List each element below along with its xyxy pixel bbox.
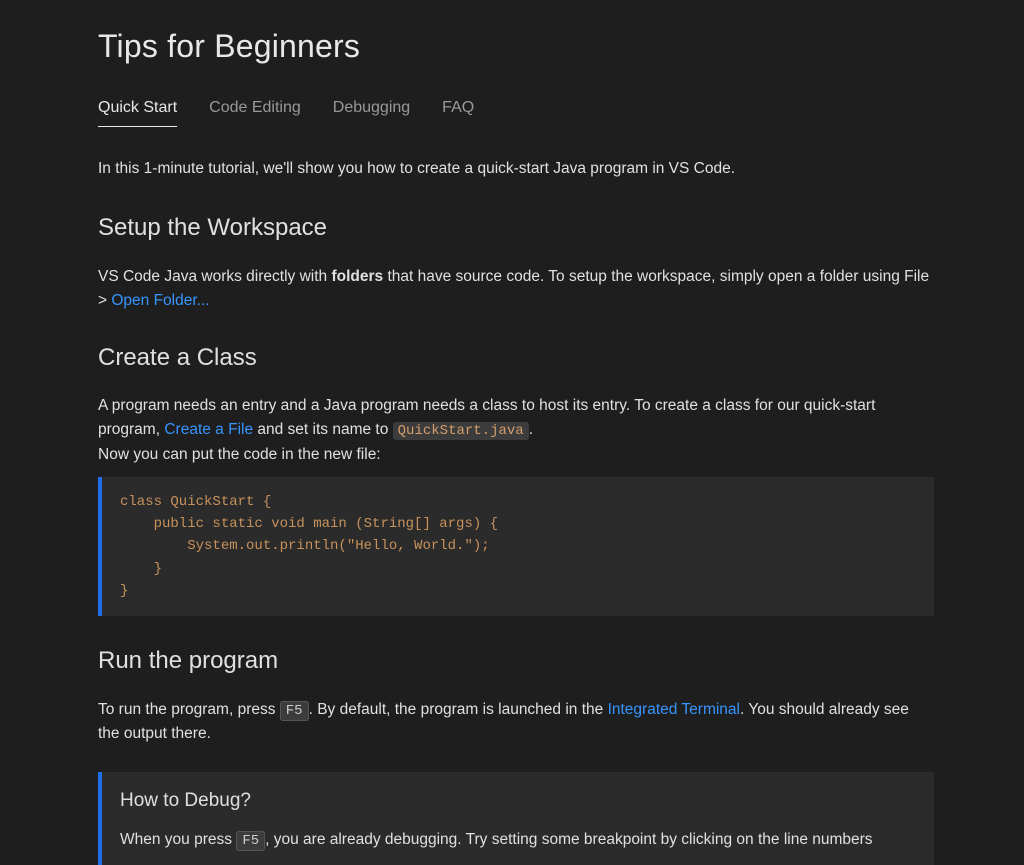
heading-run: Run the program [98,642,934,679]
tab-debugging[interactable]: Debugging [333,96,410,128]
heading-setup: Setup the Workspace [98,209,934,246]
run-paragraph: To run the program, press F5. By default… [98,698,934,747]
tabs: Quick Start Code Editing Debugging FAQ [98,96,934,128]
run-text-a: To run the program, press [98,701,280,718]
debug-text-b: , you are already debugging. Try setting… [265,831,872,848]
setup-bold: folders [331,268,383,285]
intro-text: In this 1-minute tutorial, we'll show yo… [98,157,934,181]
tab-faq[interactable]: FAQ [442,96,474,128]
tab-quick-start[interactable]: Quick Start [98,96,177,128]
create-paragraph: A program needs an entry and a Java prog… [98,394,934,467]
quickstart-filename: QuickStart.java [393,422,529,440]
page-title: Tips for Beginners [98,22,934,72]
key-f5-debug: F5 [236,831,265,851]
debug-text-a: When you press [120,831,236,848]
debug-callout: How to Debug? When you press F5, you are… [98,772,934,864]
create-text-b: and set its name to [253,421,393,438]
setup-text-a: VS Code Java works directly with [98,268,331,285]
create-text-c: . [529,421,533,438]
tab-code-editing[interactable]: Code Editing [209,96,301,128]
key-f5-run: F5 [280,701,309,721]
code-block-quickstart: class QuickStart { public static void ma… [98,477,934,617]
code-content: class QuickStart { public static void ma… [120,494,498,600]
create-text-p2: Now you can put the code in the new file… [98,446,381,463]
open-folder-link[interactable]: Open Folder... [111,292,209,309]
tips-page: Tips for Beginners Quick Start Code Edit… [0,0,1024,865]
setup-paragraph: VS Code Java works directly with folders… [98,265,934,313]
heading-create: Create a Class [98,339,934,376]
run-text-b: . By default, the program is launched in… [309,701,608,718]
debug-callout-body: When you press F5, you are already debug… [120,828,916,853]
create-file-link[interactable]: Create a File [164,421,253,438]
integrated-terminal-link[interactable]: Integrated Terminal [608,701,740,718]
debug-callout-title: How to Debug? [120,786,916,815]
